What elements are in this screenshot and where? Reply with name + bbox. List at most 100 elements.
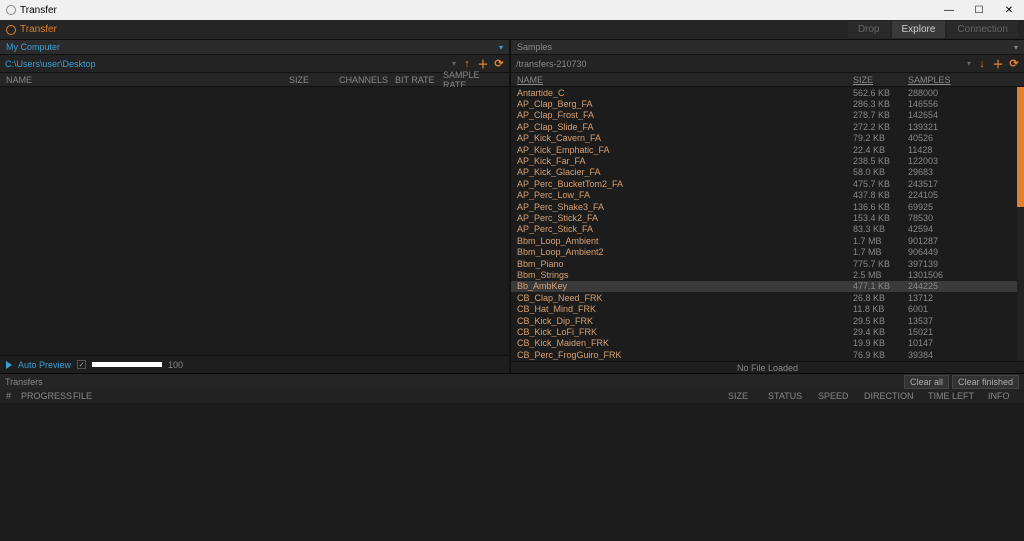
left-file-list[interactable] [0, 87, 509, 355]
file-name: Bbm_Loop_Ambient [511, 236, 849, 246]
preview-progress[interactable] [92, 362, 162, 367]
file-row[interactable]: CB_Kick_Maiden_FRK19.9 KB10147 [511, 338, 1024, 349]
col-direction[interactable]: DIRECTION [864, 391, 918, 401]
file-samples: 139321 [904, 122, 1024, 132]
maximize-button[interactable]: ☐ [964, 0, 994, 20]
file-size: 26.8 KB [849, 293, 904, 303]
minimize-button[interactable]: — [934, 0, 964, 20]
add-icon[interactable]: ＋ [993, 59, 1003, 69]
play-icon[interactable] [6, 361, 12, 369]
file-row[interactable]: Bbm_Loop_Ambient21.7 MB906449 [511, 246, 1024, 257]
file-size: 775.7 KB [849, 259, 904, 269]
file-size: 29.4 KB [849, 327, 904, 337]
file-size: 286.3 KB [849, 99, 904, 109]
add-icon[interactable]: ＋ [478, 59, 488, 69]
app-header: Transfer Drop Explore Connection [0, 20, 1024, 40]
preview-bar: Auto Preview ✓ 100 [0, 355, 509, 373]
col-file[interactable]: FILE [73, 391, 718, 401]
right-panel-header[interactable]: Samples ▾ [511, 40, 1024, 55]
file-row[interactable]: AP_Perc_Stick2_FA153.4 KB78530 [511, 212, 1024, 223]
file-name: Bbm_Loop_Ambient2 [511, 247, 849, 257]
chevron-down-icon[interactable]: ▾ [452, 59, 456, 68]
file-size: 136.6 KB [849, 202, 904, 212]
scrollbar-thumb[interactable] [1017, 87, 1024, 207]
left-panel-header[interactable]: My Computer ▾ [0, 40, 509, 55]
col-bitrate[interactable]: BIT RATE [391, 75, 439, 85]
col-channels[interactable]: CHANNELS [335, 75, 391, 85]
file-row[interactable]: AP_Kick_Emphatic_FA22.4 KB11428 [511, 144, 1024, 155]
file-samples: 6001 [904, 304, 1024, 314]
file-size: 76.9 KB [849, 350, 904, 360]
file-row[interactable]: AP_Perc_Shake3_FA136.6 KB69925 [511, 201, 1024, 212]
file-row[interactable]: CB_Hat_Mind_FRK11.8 KB6001 [511, 303, 1024, 314]
file-row[interactable]: AP_Clap_Slide_FA272.2 KB139321 [511, 121, 1024, 132]
file-row[interactable]: AP_Perc_Low_FA437.8 KB224105 [511, 190, 1024, 201]
file-row[interactable]: Antartide_C562.6 KB288000 [511, 87, 1024, 98]
col-name[interactable]: NAME [0, 75, 285, 85]
auto-preview-checkbox[interactable]: ✓ [77, 360, 86, 369]
file-name: CB_Hat_Mind_FRK [511, 304, 849, 314]
left-path[interactable]: C:\Users\user\Desktop [5, 59, 452, 69]
file-name: AP_Perc_Stick_FA [511, 224, 849, 234]
clear-finished-button[interactable]: Clear finished [952, 375, 1019, 389]
file-row[interactable]: AP_Perc_BucketTom2_FA475.7 KB243517 [511, 178, 1024, 189]
file-row[interactable]: AP_Clap_Berg_FA286.3 KB146556 [511, 98, 1024, 109]
col-name[interactable]: NAME [511, 75, 849, 85]
refresh-icon[interactable]: ⟳ [1009, 59, 1019, 69]
col-num[interactable]: # [6, 391, 11, 401]
file-size: 437.8 KB [849, 190, 904, 200]
file-name: AP_Perc_Shake3_FA [511, 202, 849, 212]
col-speed[interactable]: SPEED [818, 391, 854, 401]
transfers-list[interactable] [0, 403, 1024, 541]
file-size: 79.2 KB [849, 133, 904, 143]
col-progress[interactable]: PROGRESS [21, 391, 63, 401]
file-row[interactable]: AP_Perc_Stick_FA83.3 KB42594 [511, 224, 1024, 235]
file-size: 477.1 KB [849, 281, 904, 291]
file-row[interactable]: CB_Kick_Dip_FRK29.5 KB13537 [511, 315, 1024, 326]
file-size: 238.5 KB [849, 156, 904, 166]
file-size: 153.4 KB [849, 213, 904, 223]
file-row[interactable]: AP_Kick_Cavern_FA79.2 KB40526 [511, 133, 1024, 144]
file-row[interactable]: CB_Kick_LoFi_FRK29.4 KB15021 [511, 326, 1024, 337]
right-file-list[interactable]: Antartide_C562.6 KB288000AP_Clap_Berg_FA… [511, 87, 1024, 361]
chevron-down-icon[interactable]: ▾ [1014, 43, 1018, 52]
col-samples[interactable]: SAMPLES [904, 75, 1024, 85]
file-row[interactable]: AP_Kick_Far_FA238.5 KB122003 [511, 155, 1024, 166]
close-button[interactable]: ✕ [994, 0, 1024, 20]
left-panel: My Computer ▾ C:\Users\user\Desktop ▾ ↑ … [0, 40, 509, 373]
window-title: Transfer [20, 5, 57, 16]
col-timeleft[interactable]: TIME LEFT [928, 391, 978, 401]
chevron-down-icon[interactable]: ▾ [967, 59, 971, 68]
col-status[interactable]: STATUS [768, 391, 808, 401]
download-icon[interactable]: ↓ [977, 59, 987, 69]
tab-explore[interactable]: Explore [892, 21, 946, 38]
file-row[interactable]: CB_Clap_Need_FRK26.8 KB13712 [511, 292, 1024, 303]
file-samples: 243517 [904, 179, 1024, 189]
brand-title: Transfer [20, 24, 57, 35]
file-size: 29.5 KB [849, 316, 904, 326]
file-samples: 42594 [904, 224, 1024, 234]
clear-all-button[interactable]: Clear all [904, 375, 949, 389]
col-size[interactable]: SIZE [849, 75, 904, 85]
file-row[interactable]: Bbm_Loop_Ambient1.7 MB901287 [511, 235, 1024, 246]
file-row[interactable]: Bbm_Strings2.5 MB1301506 [511, 269, 1024, 280]
upload-icon[interactable]: ↑ [462, 59, 472, 69]
refresh-icon[interactable]: ⟳ [494, 59, 504, 69]
right-path[interactable]: /transfers-210730 [516, 59, 967, 69]
file-row[interactable]: Bbm_Piano775.7 KB397139 [511, 258, 1024, 269]
file-row[interactable]: AP_Kick_Glacier_FA58.0 KB29683 [511, 167, 1024, 178]
file-size: 272.2 KB [849, 122, 904, 132]
tab-drop[interactable]: Drop [848, 21, 890, 38]
col-size[interactable]: SIZE [285, 75, 335, 85]
tab-connection[interactable]: Connection [947, 21, 1018, 38]
file-row[interactable]: Bb_AmbKey477.1 KB244225 [511, 281, 1024, 292]
chevron-down-icon[interactable]: ▾ [499, 43, 503, 52]
file-samples: 901287 [904, 236, 1024, 246]
file-row[interactable]: CB_Perc_FrogGuiro_FRK76.9 KB39384 [511, 349, 1024, 360]
file-size: 2.5 MB [849, 270, 904, 280]
file-row[interactable]: AP_Clap_Frost_FA278.7 KB142654 [511, 110, 1024, 121]
col-size[interactable]: SIZE [728, 391, 758, 401]
right-path-row: /transfers-210730 ▾ ↓ ＋ ⟳ [511, 55, 1024, 73]
right-panel-title: Samples [517, 42, 552, 52]
col-info[interactable]: INFO [988, 391, 1018, 401]
